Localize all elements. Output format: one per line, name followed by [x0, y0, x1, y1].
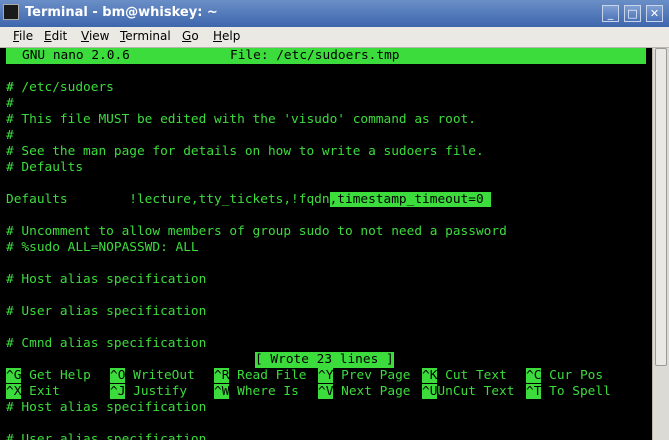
maximize-button[interactable]: □	[624, 5, 641, 22]
window-titlebar[interactable]: Terminal - bm@whiskey: ~ _ □ ✕	[0, 0, 669, 27]
editor-line: # /etc/sudoers	[6, 80, 114, 95]
editor-line: # User alias specification	[6, 432, 207, 440]
shortcut-cur-pos: ^C Cur Pos	[526, 368, 604, 383]
menu-go[interactable]: Go	[182, 29, 199, 43]
shortcut-justify: ^J Justify	[110, 384, 188, 399]
close-button[interactable]: ✕	[646, 5, 663, 22]
editor-line: # Host alias specification	[6, 400, 207, 415]
shortcut-to-spell: ^T To Spell	[526, 384, 611, 399]
window-title: Terminal - bm@whiskey: ~	[25, 5, 218, 20]
editor-line-defaults: Defaults !lecture,tty_tickets,!fqdn,time…	[6, 192, 492, 207]
terminal-screen[interactable]: GNU nano 2.0.6 File: /etc/sudoers.tmp # …	[0, 48, 652, 440]
menu-view[interactable]: View	[81, 29, 109, 43]
terminal-app-icon[interactable]	[3, 4, 19, 20]
editor-line: #	[6, 128, 14, 143]
nano-version: GNU nano 2.0.6	[22, 48, 130, 64]
editor-line: # %sudo ALL=NOPASSWD: ALL	[6, 240, 199, 255]
shortcut-writeout: ^O WriteOut	[110, 368, 195, 383]
editor-line: # Uncomment to allow members of group su…	[6, 224, 507, 239]
editor-line: # Defaults	[6, 160, 84, 175]
minimize-button[interactable]: _	[602, 5, 619, 22]
menu-help[interactable]: Help	[213, 29, 240, 43]
editor-line: # See the man page for details on how to…	[6, 144, 484, 159]
menu-edit[interactable]: Edit	[44, 29, 67, 43]
menu-terminal[interactable]: Terminal	[120, 29, 171, 43]
editor-line: #	[6, 96, 14, 111]
shortcut-uncut-text: ^UUnCut Text	[422, 384, 515, 399]
shortcut-get-help: ^G Get Help	[6, 368, 91, 383]
editor-line: # Cmnd alias specification	[6, 336, 207, 351]
selected-text: ,timestamp_timeout=0	[329, 192, 492, 207]
terminal-scrollbar[interactable]	[652, 48, 669, 440]
menubar: File Edit View Terminal Go Help	[0, 27, 669, 48]
editor-line: # Host alias specification	[6, 272, 207, 287]
menu-file[interactable]: File	[13, 29, 33, 43]
scrollbar-thumb[interactable]	[655, 48, 667, 366]
editor-line: # This file MUST be edited with the 'vis…	[6, 112, 476, 127]
shortcut-where-is: ^W Where Is	[214, 384, 299, 399]
editor-line: # User alias specification	[6, 304, 207, 319]
status-message: [ Wrote 23 lines ]	[255, 352, 394, 368]
shortcut-prev-page: ^Y Prev Page	[318, 368, 411, 383]
shortcut-read-file: ^R Read File	[214, 368, 307, 383]
shortcut-cut-text: ^K Cut Text	[422, 368, 507, 383]
nano-filename: File: /etc/sudoers.tmp	[230, 48, 400, 64]
shortcut-exit: ^X Exit	[6, 384, 60, 399]
shortcut-next-page: ^V Next Page	[318, 384, 411, 399]
